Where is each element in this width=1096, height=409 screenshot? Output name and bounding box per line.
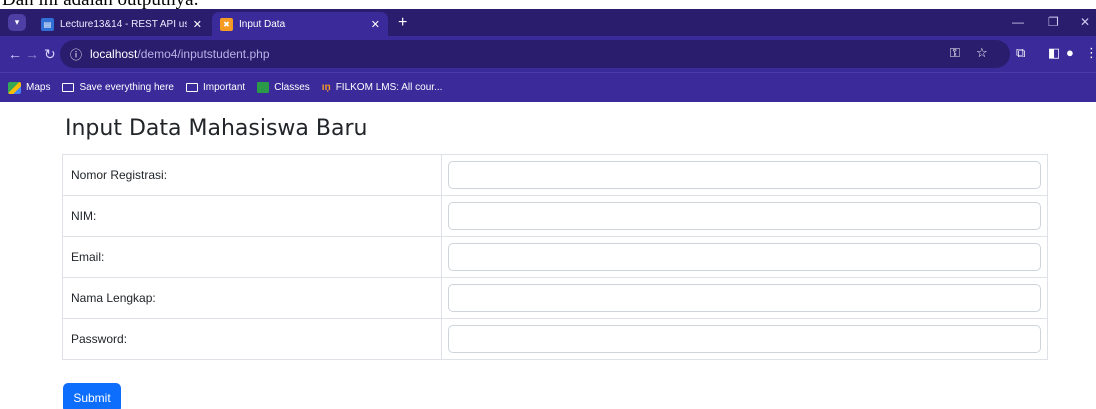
extensions-icon[interactable]: ⧉ xyxy=(1016,45,1025,61)
bookmark-maps[interactable]: Maps xyxy=(8,81,51,94)
password-key-icon[interactable]: ⚿ xyxy=(950,45,960,61)
folder-icon xyxy=(62,83,75,92)
tab-title: Input Data xyxy=(239,18,286,30)
bookmark-label: Classes xyxy=(274,82,310,93)
page-content: Input Data Mahasiswa Baru Nomor Registra… xyxy=(0,102,1096,409)
password-input[interactable] xyxy=(448,325,1041,353)
student-form-table: Nomor Registrasi: NIM: Email: Nama Lengk… xyxy=(62,154,1048,360)
form-row: Email: xyxy=(62,236,1048,278)
forward-icon[interactable]: → xyxy=(25,45,39,63)
bookmark-label: Important xyxy=(202,82,246,93)
address-bar[interactable]: ⓘ localhost /demo4/inputstudent.php xyxy=(60,40,1010,68)
chevron-down-icon: ▾ xyxy=(14,17,20,27)
tab-title: Lecture13&14 - REST API using Fr xyxy=(60,18,187,30)
form-row: Password: xyxy=(62,318,1048,360)
form-row: Nomor Registrasi: xyxy=(62,154,1048,196)
email-input[interactable] xyxy=(448,243,1041,271)
xampp-favicon-icon: ✖ xyxy=(220,17,233,31)
bookmark-star-icon[interactable]: ☆ xyxy=(976,45,988,61)
nomor-registrasi-input[interactable] xyxy=(448,161,1041,189)
field-label: NIM: xyxy=(62,195,442,237)
submit-button[interactable]: Submit xyxy=(63,383,121,409)
bookmark-save-everything[interactable]: Save everything here xyxy=(62,82,174,93)
field-label: Nomor Registrasi: xyxy=(62,154,442,196)
nim-input[interactable] xyxy=(448,202,1041,230)
filkom-icon: ıņ xyxy=(321,82,331,93)
close-tab-icon[interactable]: ✕ xyxy=(193,18,202,31)
field-label: Nama Lengkap: xyxy=(62,277,442,319)
bookmark-label: FILKOM LMS: All cour... xyxy=(335,82,443,93)
new-tab-button[interactable]: + xyxy=(398,14,407,32)
field-label: Email: xyxy=(62,236,442,278)
site-info-icon[interactable]: ⓘ xyxy=(70,46,82,63)
url-host: localhost xyxy=(90,47,138,61)
minimize-button[interactable]: — xyxy=(1012,15,1024,29)
form-row: NIM: xyxy=(62,195,1048,237)
field-label: Password: xyxy=(62,318,442,360)
tab-input-data[interactable]: ✖ Input Data ✕ xyxy=(212,12,388,36)
tab-strip: ▾ ▤ Lecture13&14 - REST API using Fr ✕ ✖… xyxy=(0,9,1096,36)
document-caption: Dan ini adalah outputnya: xyxy=(0,0,1096,9)
form-row: Nama Lengkap: xyxy=(62,277,1048,319)
nama-lengkap-input[interactable] xyxy=(448,284,1041,312)
maps-icon xyxy=(8,81,21,94)
classes-icon xyxy=(257,82,270,93)
browser-toolbar: ← → ↻ ⓘ localhost /demo4/inputstudent.ph… xyxy=(0,36,1096,72)
menu-kebab-icon[interactable]: ⋮ xyxy=(1085,45,1096,61)
page-title: Input Data Mahasiswa Baru xyxy=(65,116,368,141)
profile-avatar-icon[interactable]: ● xyxy=(1066,45,1074,60)
restore-button[interactable]: ❐ xyxy=(1048,15,1059,29)
bookmark-label: Save everything here xyxy=(79,82,174,93)
site-favicon-icon: ▤ xyxy=(41,17,54,31)
url-path: /demo4/inputstudent.php xyxy=(137,47,270,61)
bookmarks-bar: Maps Save everything here Important Clas… xyxy=(0,72,1096,102)
close-tab-icon[interactable]: ✕ xyxy=(371,18,380,31)
bookmark-label: Maps xyxy=(26,82,51,93)
folder-icon xyxy=(185,83,198,92)
bookmark-important[interactable]: Important xyxy=(185,82,246,93)
close-window-button[interactable]: ✕ xyxy=(1080,15,1090,29)
back-icon[interactable]: ← xyxy=(8,45,22,63)
bookmark-classes[interactable]: Classes xyxy=(257,82,310,93)
tab-search-button[interactable]: ▾ xyxy=(8,14,26,31)
bookmark-filkom[interactable]: ıņ FILKOM LMS: All cour... xyxy=(322,82,443,93)
side-panel-icon[interactable]: ◧ xyxy=(1048,45,1060,61)
tab-lecture[interactable]: ▤ Lecture13&14 - REST API using Fr ✕ xyxy=(33,12,210,36)
reload-icon[interactable]: ↻ xyxy=(44,45,56,63)
